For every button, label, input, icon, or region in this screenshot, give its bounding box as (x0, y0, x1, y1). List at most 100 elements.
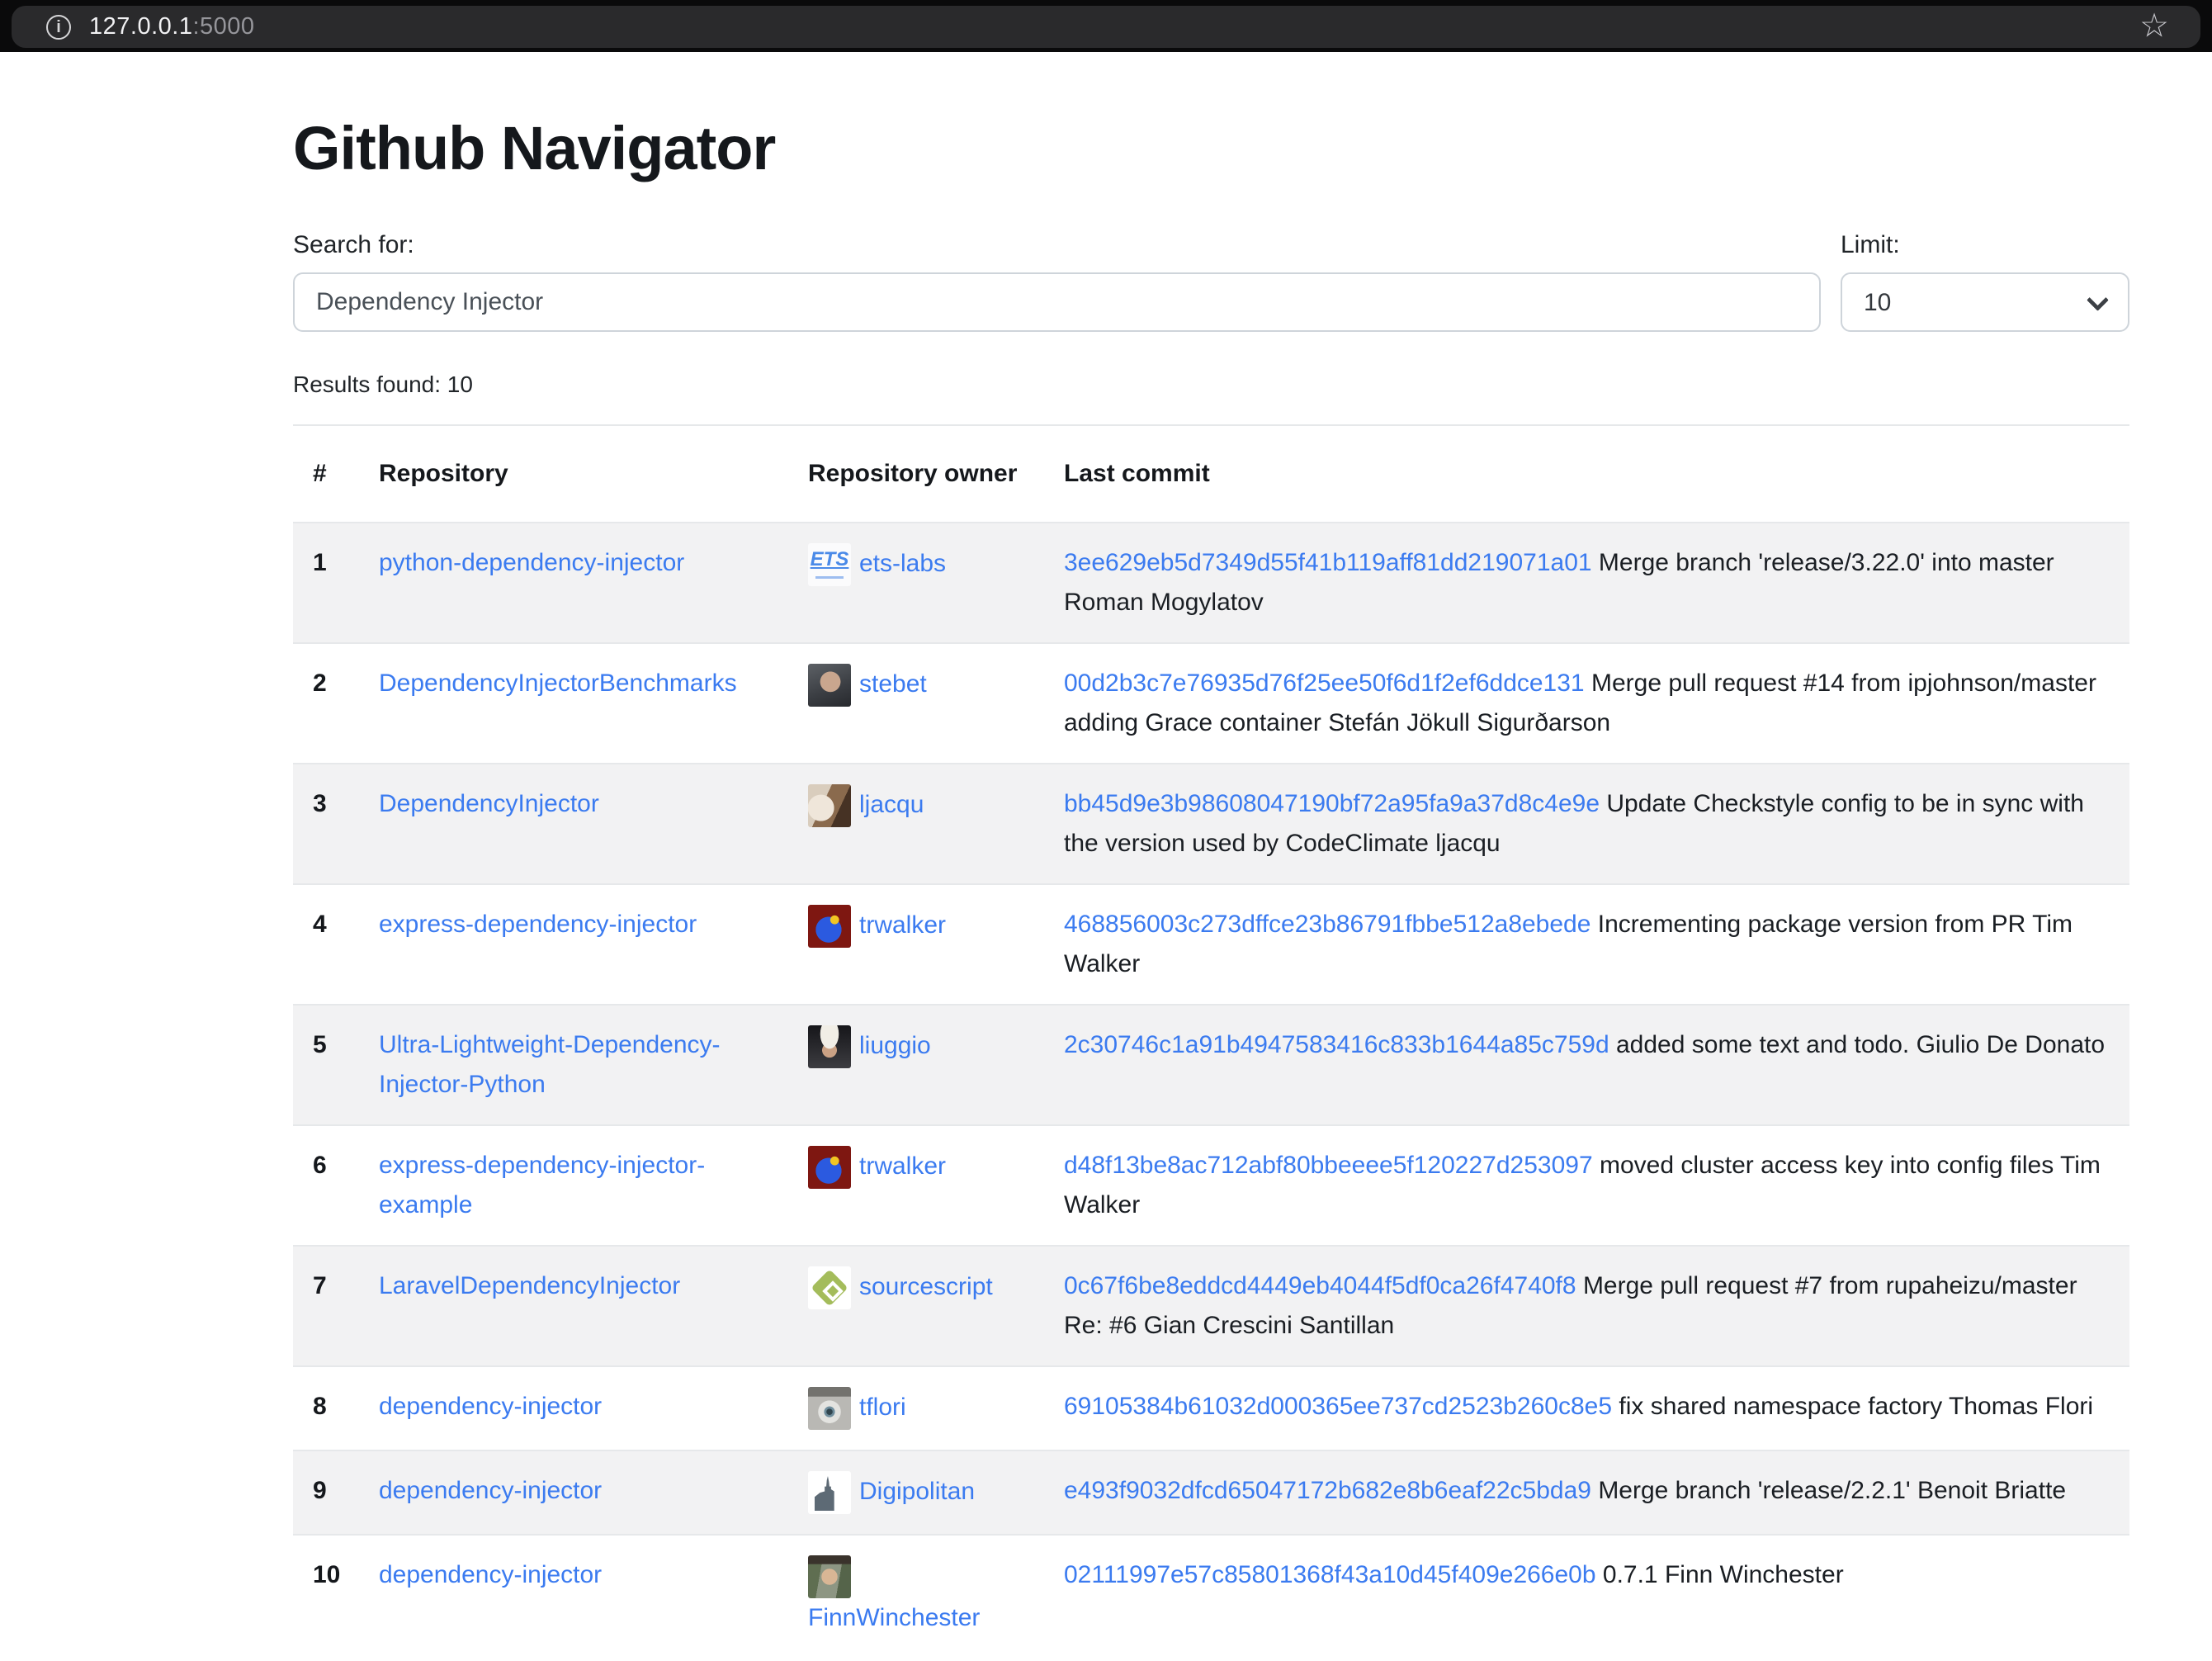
url-port: :5000 (192, 13, 254, 40)
repository-cell: dependency-injector (359, 1366, 788, 1450)
last-commit-cell: 00d2b3c7e76935d76f25ee50f6d1f2ef6ddce131… (1044, 643, 2129, 764)
owner-link[interactable]: ljacqu (859, 791, 924, 818)
table-row: 9 dependency-injector Digipolitan e493f9… (293, 1450, 2129, 1535)
commit-hash-link[interactable]: e493f9032dfcd65047172b682e8b6eaf22c5bda9 (1064, 1477, 1591, 1504)
url-host: 127.0.0.1 (89, 13, 192, 40)
search-input[interactable] (293, 272, 1821, 332)
row-number: 3 (293, 764, 359, 884)
owner-link[interactable]: sourcescript (859, 1273, 993, 1300)
commit-hash-link[interactable]: 02111997e57c85801368f43a10d45f409e266e0b (1064, 1561, 1596, 1588)
address-bar[interactable]: i 127.0.0.1:5000 ☆ (12, 6, 2200, 48)
results-table-body: 1 python-dependency-injector ETSets-labs… (293, 523, 2129, 1658)
owner-cell: ETS ets-labs (788, 523, 1044, 643)
owner-link[interactable]: stebet (859, 670, 927, 698)
commit-hash-link[interactable]: 69105384b61032d000365ee737cd2523b260c8e5 (1064, 1393, 1612, 1420)
owner-cell: tflori (788, 1366, 1044, 1450)
owner-avatar (808, 1387, 851, 1430)
limit-select[interactable]: 10 (1841, 272, 2129, 332)
owner-avatar (808, 664, 851, 707)
owner-avatar (808, 1471, 851, 1514)
repository-cell: DependencyInjector (359, 764, 788, 884)
owner-avatar (808, 1025, 851, 1068)
commit-message: Merge branch 'release/2.2.1' Benoit Bria… (1598, 1477, 2066, 1504)
repository-link[interactable]: dependency-injector (379, 1393, 602, 1420)
commit-message: 0.7.1 Finn Winchester (1603, 1561, 1844, 1588)
row-number: 4 (293, 884, 359, 1005)
repository-link[interactable]: Ultra-Lightweight-Dependency-Injector-Py… (379, 1031, 721, 1098)
site-info-icon[interactable]: i (46, 15, 71, 40)
column-header-repository: Repository (359, 425, 788, 523)
table-row: 3 DependencyInjector ljacqu bb45d9e3b986… (293, 764, 2129, 884)
table-row: 1 python-dependency-injector ETSets-labs… (293, 523, 2129, 643)
commit-hash-link[interactable]: 00d2b3c7e76935d76f25ee50f6d1f2ef6ddce131 (1064, 670, 1585, 697)
commit-hash-link[interactable]: 468856003c273dffce23b86791fbbe512a8ebede (1064, 911, 1590, 938)
limit-label: Limit: (1841, 231, 2129, 259)
table-row: 4 express-dependency-injector trwalker 4… (293, 884, 2129, 1005)
commit-hash-link[interactable]: 0c67f6be8eddcd4449eb4044f5df0ca26f4740f8 (1064, 1272, 1576, 1299)
owner-cell: stebet (788, 643, 1044, 764)
owner-cell: ljacqu (788, 764, 1044, 884)
owner-link[interactable]: Digipolitan (859, 1478, 975, 1505)
row-number: 7 (293, 1246, 359, 1366)
last-commit-cell: bb45d9e3b98608047190bf72a95fa9a37d8c4e9e… (1044, 764, 2129, 884)
repository-link[interactable]: DependencyInjector (379, 790, 599, 817)
commit-hash-link[interactable]: d48f13be8ac712abf80bbeeee5f120227d253097 (1064, 1152, 1593, 1179)
repository-link[interactable]: LaravelDependencyInjector (379, 1272, 680, 1299)
row-number: 2 (293, 643, 359, 764)
table-row: 8 dependency-injector tflori 69105384b61… (293, 1366, 2129, 1450)
owner-link[interactable]: tflori (859, 1394, 906, 1421)
column-header-owner: Repository owner (788, 425, 1044, 523)
owner-link[interactable]: FinnWinchester (808, 1604, 980, 1631)
table-row: 7 LaravelDependencyInjector sourcescript… (293, 1246, 2129, 1366)
owner-avatar: ETS (808, 543, 851, 586)
column-header-num: # (293, 425, 359, 523)
table-row: 6 express-dependency-injector-example tr… (293, 1125, 2129, 1246)
owner-link[interactable]: liuggio (859, 1032, 931, 1059)
page-title: Github Navigator (293, 113, 2129, 183)
owner-link[interactable]: trwalker (859, 911, 946, 939)
owner-link[interactable]: ets-labs (859, 550, 946, 577)
page-content: Github Navigator Search for: Limit: 10 R… (0, 52, 2212, 1658)
last-commit-cell: 0c67f6be8eddcd4449eb4044f5df0ca26f4740f8… (1044, 1246, 2129, 1366)
row-number: 6 (293, 1125, 359, 1246)
owner-cell: trwalker (788, 884, 1044, 1005)
owner-avatar (808, 1146, 851, 1189)
repository-link[interactable]: express-dependency-injector (379, 911, 697, 938)
last-commit-cell: 3ee629eb5d7349d55f41b119aff81dd219071a01… (1044, 523, 2129, 643)
owner-cell: FinnWinchester (788, 1535, 1044, 1658)
row-number: 8 (293, 1366, 359, 1450)
repository-cell: dependency-injector (359, 1535, 788, 1658)
repository-link[interactable]: DependencyInjectorBenchmarks (379, 670, 737, 697)
table-header-row: # Repository Repository owner Last commi… (293, 425, 2129, 523)
owner-avatar (808, 1555, 851, 1598)
table-row: 10 dependency-injector FinnWinchester 02… (293, 1535, 2129, 1658)
repository-link[interactable]: dependency-injector (379, 1561, 602, 1588)
owner-cell: sourcescript (788, 1246, 1044, 1366)
bookmark-star-icon[interactable]: ☆ (2139, 9, 2169, 42)
owner-cell: Digipolitan (788, 1450, 1044, 1535)
repository-cell: dependency-injector (359, 1450, 788, 1535)
last-commit-cell: 2c30746c1a91b4947583416c833b1644a85c759d… (1044, 1005, 2129, 1125)
owner-cell: trwalker (788, 1125, 1044, 1246)
limit-group: Limit: 10 (1841, 231, 2129, 332)
last-commit-cell: d48f13be8ac712abf80bbeeee5f120227d253097… (1044, 1125, 2129, 1246)
url-text[interactable]: 127.0.0.1:5000 (89, 13, 255, 40)
row-number: 10 (293, 1535, 359, 1658)
owner-avatar (808, 1266, 851, 1309)
repository-link[interactable]: python-dependency-injector (379, 549, 684, 576)
repository-link[interactable]: dependency-injector (379, 1477, 602, 1504)
commit-message: fix shared namespace factory Thomas Flor… (1619, 1393, 2093, 1420)
repository-cell: DependencyInjectorBenchmarks (359, 643, 788, 764)
last-commit-cell: 468856003c273dffce23b86791fbbe512a8ebede… (1044, 884, 2129, 1005)
repository-link[interactable]: express-dependency-injector-example (379, 1152, 705, 1219)
owner-cell: liuggio (788, 1005, 1044, 1125)
commit-hash-link[interactable]: bb45d9e3b98608047190bf72a95fa9a37d8c4e9e (1064, 790, 1600, 817)
repository-cell: LaravelDependencyInjector (359, 1246, 788, 1366)
last-commit-cell: 02111997e57c85801368f43a10d45f409e266e0b… (1044, 1535, 2129, 1658)
commit-hash-link[interactable]: 3ee629eb5d7349d55f41b119aff81dd219071a01 (1064, 549, 1592, 576)
owner-link[interactable]: trwalker (859, 1152, 946, 1180)
results-table: # Repository Repository owner Last commi… (293, 424, 2129, 1658)
search-label: Search for: (293, 231, 1821, 259)
row-number: 9 (293, 1450, 359, 1535)
commit-hash-link[interactable]: 2c30746c1a91b4947583416c833b1644a85c759d (1064, 1031, 1609, 1058)
